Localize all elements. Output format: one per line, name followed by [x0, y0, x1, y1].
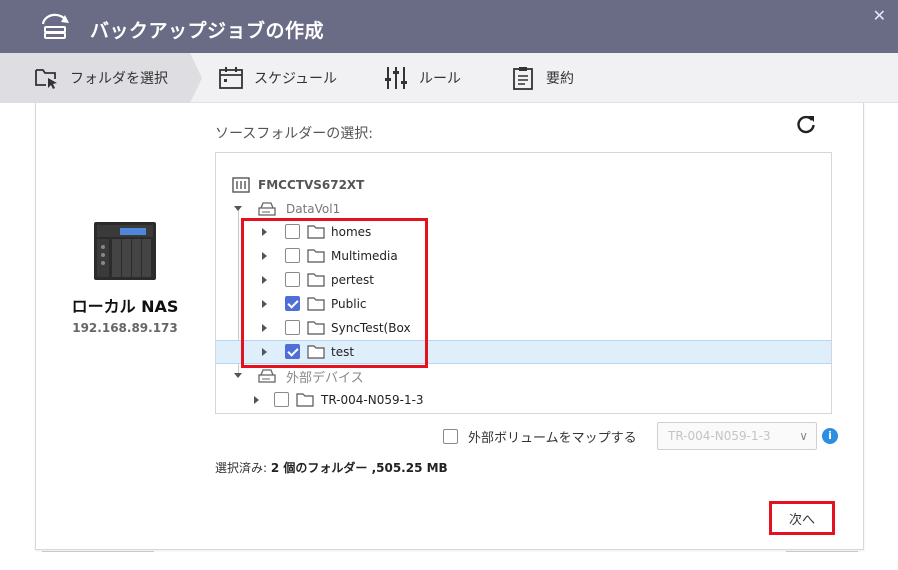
tree-root-node[interactable]: FMCCTVS672XT — [216, 173, 831, 197]
expand-toggle-icon[interactable] — [262, 300, 267, 308]
selection-summary: 選択済み: 2 個のフォルダー ,505.25 MB — [215, 459, 448, 476]
folder-checkbox[interactable] — [285, 320, 300, 335]
backup-job-dialog: バックアップジョブの作成 ✕ フォルダを選択 スケジュール ルール 要約 ローカ… — [0, 0, 898, 570]
step-schedule[interactable]: スケジュール — [218, 53, 337, 103]
folder-icon — [307, 321, 325, 335]
tree-folder-row[interactable]: Public — [216, 292, 831, 316]
chevron-down-icon: ∨ — [799, 429, 808, 443]
folder-icon — [307, 249, 325, 263]
wizard-steps: フォルダを選択 スケジュール ルール 要約 — [0, 53, 898, 103]
folder-checkbox[interactable] — [285, 296, 300, 311]
drive-icon — [258, 202, 276, 216]
bottom-edge — [42, 549, 154, 552]
tree-root-label: FMCCTVS672XT — [258, 178, 365, 192]
tree-folder-row[interactable]: SyncTest(Box — [216, 316, 831, 340]
tree-folder-row-selected[interactable]: test — [216, 340, 831, 364]
folder-icon — [296, 393, 314, 407]
selection-summary-prefix: 選択済み: — [215, 461, 271, 475]
bottom-edge — [786, 549, 858, 552]
folder-checkbox[interactable] — [274, 392, 289, 407]
expand-toggle-icon[interactable] — [262, 348, 267, 356]
folder-checkbox[interactable] — [285, 272, 300, 287]
info-icon[interactable]: i — [822, 428, 838, 444]
refresh-icon[interactable] — [795, 113, 817, 135]
folder-name: homes — [331, 225, 372, 239]
expand-toggle-icon[interactable] — [234, 373, 242, 378]
dialog-title: バックアップジョブの作成 — [90, 20, 325, 42]
step-label: ルール — [419, 71, 461, 87]
folder-checkbox[interactable] — [285, 248, 300, 263]
expand-toggle-icon[interactable] — [262, 324, 267, 332]
title-bar: バックアップジョブの作成 ✕ — [0, 0, 898, 53]
expand-toggle-icon[interactable] — [234, 206, 242, 211]
expand-toggle-icon[interactable] — [262, 228, 267, 236]
source-folder-label: ソースフォルダーの選択: — [215, 126, 374, 142]
expand-toggle-icon[interactable] — [254, 396, 259, 404]
folder-name: test — [331, 345, 355, 359]
folder-icon — [307, 225, 325, 239]
nas-device-icon — [94, 222, 156, 280]
step-label: フォルダを選択 — [70, 71, 168, 87]
folder-icon — [307, 273, 325, 287]
folder-name: Public — [331, 297, 367, 311]
tree-folder-row[interactable]: homes — [216, 220, 831, 244]
folder-name: Multimedia — [331, 249, 398, 263]
sliders-icon — [385, 67, 407, 89]
expand-toggle-icon[interactable] — [262, 276, 267, 284]
tree-volume-node[interactable]: DataVol1 — [216, 197, 831, 221]
step-label: 要約 — [546, 71, 574, 87]
folder-checkbox[interactable] — [285, 224, 300, 239]
next-button[interactable]: 次へ — [769, 501, 835, 535]
nas-ip-address: 192.168.89.173 — [72, 321, 178, 335]
close-icon[interactable]: ✕ — [873, 6, 886, 25]
map-external-label: 外部ボリュームをマップする — [468, 430, 637, 446]
folder-name: SyncTest(Box — [331, 321, 411, 335]
clipboard-icon — [513, 67, 533, 90]
step-rules[interactable]: ルール — [383, 53, 461, 103]
tree-folder-row[interactable]: pertest — [216, 268, 831, 292]
calendar-icon — [219, 67, 243, 89]
map-external-volume-option[interactable]: 外部ボリュームをマップする — [443, 422, 637, 450]
drive-icon — [258, 369, 276, 383]
external-volume-select[interactable]: TR-004-N059-1-3 ∨ — [657, 422, 817, 450]
folder-icon — [307, 297, 325, 311]
folder-name: TR-004-N059-1-3 — [321, 393, 424, 407]
step-label: スケジュール — [254, 71, 338, 87]
selection-summary-value: 2 個のフォルダー ,505.25 MB — [270, 461, 448, 475]
tree-external-row[interactable]: TR-004-N059-1-3 — [216, 388, 831, 412]
backup-app-icon — [41, 13, 69, 39]
folder-select-icon — [35, 69, 57, 89]
external-volume-select-value: TR-004-N059-1-3 — [668, 429, 771, 443]
nas-name: ローカル NAS — [71, 297, 179, 316]
volume-label: DataVol1 — [286, 202, 341, 216]
folder-icon — [307, 345, 325, 359]
expand-toggle-icon[interactable] — [262, 252, 267, 260]
server-icon — [232, 177, 250, 193]
map-external-checkbox[interactable] — [443, 428, 458, 444]
step-summary[interactable]: 要約 — [510, 53, 574, 103]
folder-name: pertest — [331, 273, 374, 287]
tree-external-node[interactable]: 外部デバイス — [216, 364, 831, 388]
folder-checkbox[interactable] — [285, 344, 300, 359]
step-arrow — [190, 53, 202, 103]
folder-tree: FMCCTVS672XT DataVol1 homes Multimedia p… — [215, 152, 832, 414]
external-device-label: 外部デバイス — [286, 370, 364, 386]
step-select-folder[interactable]: フォルダを選択 — [0, 53, 190, 103]
tree-folder-row[interactable]: Multimedia — [216, 244, 831, 268]
